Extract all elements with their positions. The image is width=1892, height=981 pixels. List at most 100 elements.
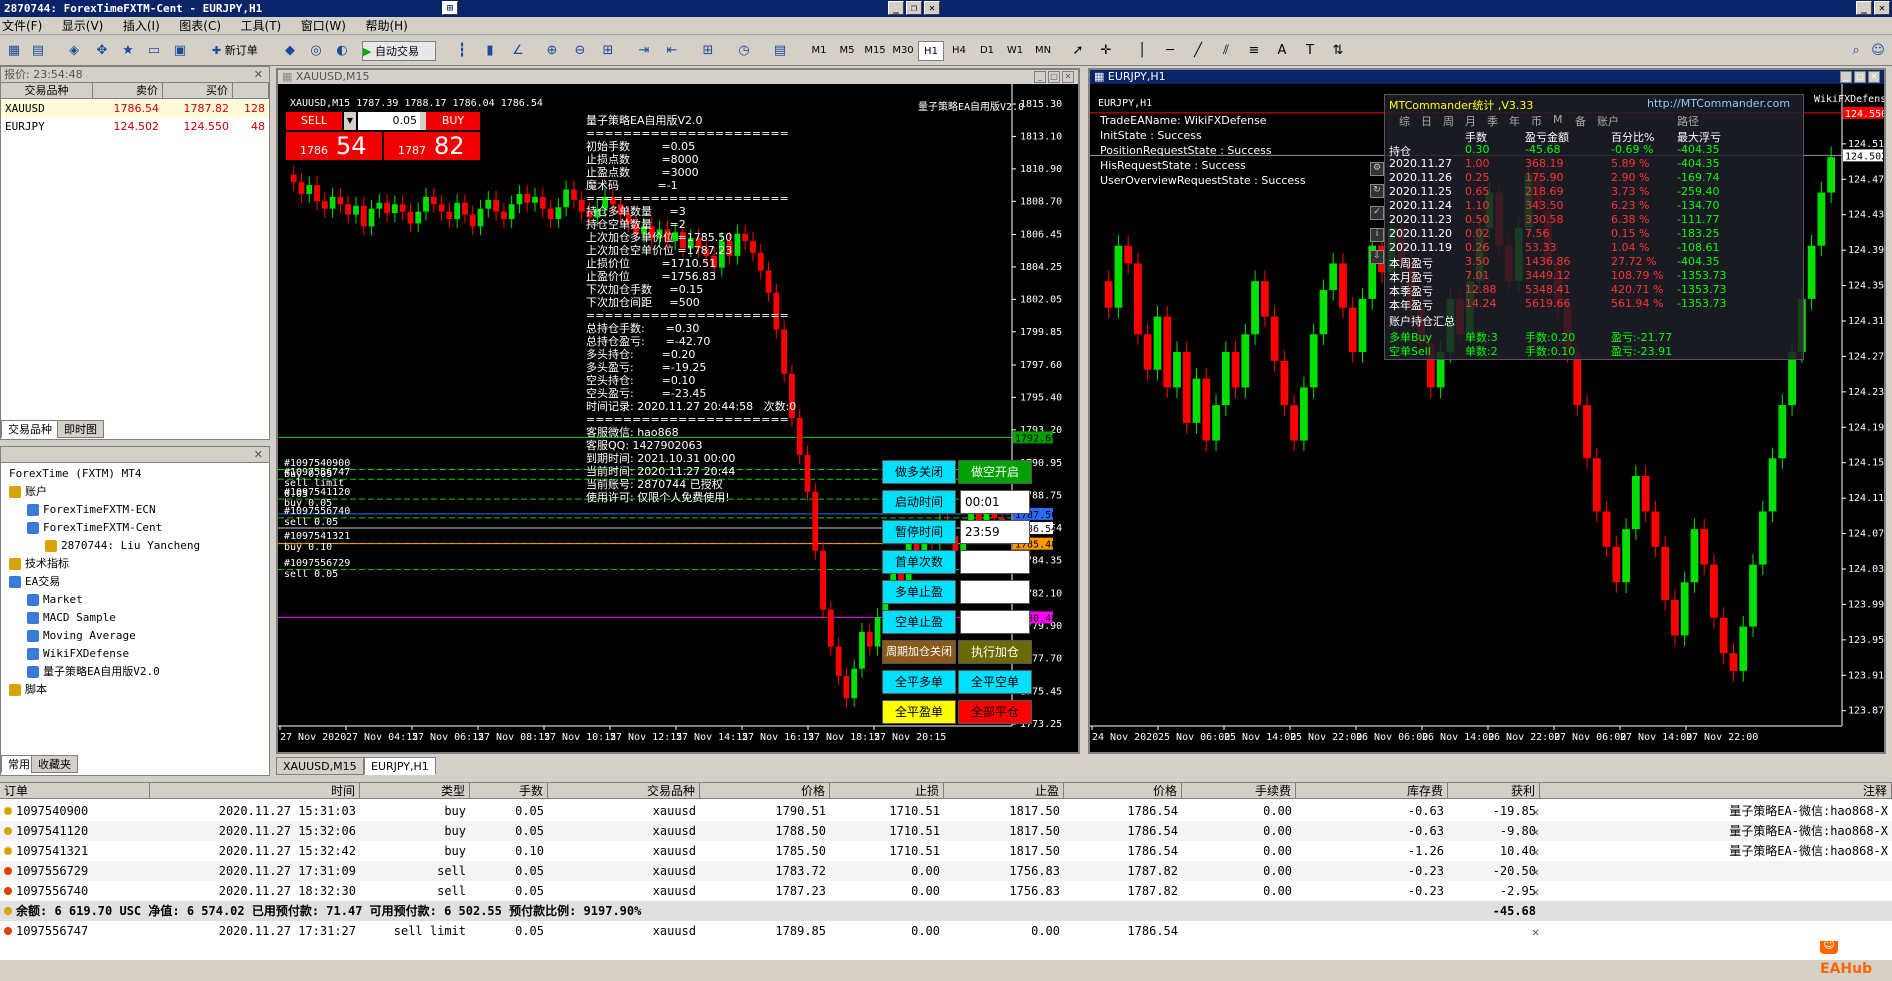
- tab-chart-xauusd[interactable]: XAUUSD,M15: [276, 757, 364, 775]
- tf-h1[interactable]: H1: [918, 41, 944, 61]
- fibonacci-icon[interactable]: ≡: [1244, 41, 1264, 61]
- close-all-short-button[interactable]: 全平空单: [958, 670, 1032, 694]
- terminal-col-header[interactable]: 时间: [150, 783, 360, 799]
- table-row[interactable]: 1097541120 2020.11.27 15:32:06 buy 0.05 xauu…: [0, 821, 1892, 841]
- col-symbol[interactable]: 交易品种: [1, 83, 93, 99]
- close-all-button[interactable]: 全部平仓: [958, 700, 1032, 724]
- check-icon[interactable]: ✓: [1370, 206, 1384, 220]
- mtc-tab[interactable]: 年: [1509, 113, 1520, 129]
- terminal-col-header[interactable]: 止盈: [944, 783, 1064, 799]
- tab-favorites[interactable]: 收藏夹: [31, 755, 78, 773]
- sell-button[interactable]: SELL: [286, 112, 342, 130]
- navigator-item[interactable]: 量子策略EA自用版V2.0: [27, 663, 160, 681]
- mtc-tab[interactable]: 季: [1487, 113, 1498, 129]
- terminal-col-header[interactable]: 类型: [360, 783, 470, 799]
- terminal-col-header[interactable]: 交易品种: [548, 783, 700, 799]
- vertical-line-icon[interactable]: │: [1132, 41, 1152, 61]
- navigator-item[interactable]: 技术指标: [9, 555, 69, 573]
- terminal-col-header[interactable]: 获利: [1448, 783, 1540, 799]
- tab-chart-eurjpy[interactable]: EURJPY,H1: [364, 757, 436, 775]
- menu-file[interactable]: 文件(F): [0, 17, 50, 35]
- close-icon[interactable]: ✕: [254, 447, 263, 463]
- chart-shift-icon[interactable]: ⇤: [662, 41, 682, 61]
- menu-help[interactable]: 帮助(H): [357, 17, 415, 35]
- market-watch-icon[interactable]: ◈: [64, 41, 84, 61]
- cursor-icon[interactable]: ➚: [1068, 41, 1088, 61]
- table-row[interactable]: 1097556747 2020.11.27 17:31:27 sell limit 0…: [0, 921, 1892, 941]
- buy-button[interactable]: BUY: [426, 112, 480, 130]
- candlestick-icon[interactable]: ▮: [480, 41, 500, 61]
- close-icon[interactable]: ✕: [254, 67, 263, 83]
- navigator-item[interactable]: ForexTimeFXTM-ECN: [27, 501, 156, 519]
- first-count-input[interactable]: [960, 550, 1030, 574]
- export-icon[interactable]: ⇩: [1370, 250, 1384, 264]
- close-order-icon[interactable]: ✕: [1532, 842, 1539, 862]
- close-order-icon[interactable]: ✕: [1532, 922, 1539, 942]
- mtc-tab[interactable]: 综: [1399, 113, 1410, 129]
- data-window-icon[interactable]: ✥: [92, 41, 112, 61]
- mtc-tab[interactable]: 日: [1421, 113, 1432, 129]
- terminal-col-header[interactable]: 价格: [700, 783, 830, 799]
- close-chart-button[interactable]: ✕: [1868, 71, 1880, 83]
- community-icon[interactable]: ☺: [1868, 41, 1888, 61]
- terminal-col-header[interactable]: 注释: [1540, 783, 1892, 799]
- navigator-item[interactable]: MACD Sample: [27, 609, 116, 627]
- terminal-col-header[interactable]: 止损: [830, 783, 944, 799]
- close-all-long-button[interactable]: 全平多单: [882, 670, 956, 694]
- arrows-icon[interactable]: ⇅: [1328, 41, 1348, 61]
- sell-price-box[interactable]: 1786 54: [286, 132, 382, 160]
- exec-add-button[interactable]: 执行加仓: [958, 640, 1032, 664]
- long-tp-input[interactable]: [960, 580, 1030, 604]
- col-ask[interactable]: 买价: [163, 83, 233, 99]
- restore-child-button[interactable]: ❐: [906, 1, 922, 15]
- close-button[interactable]: ✕: [1874, 1, 1890, 15]
- close-order-icon[interactable]: ✕: [1532, 802, 1539, 822]
- navigator-item[interactable]: WikiFXDefense: [27, 645, 129, 663]
- tf-m1[interactable]: M1: [806, 41, 832, 61]
- navigator-item[interactable]: EA交易: [9, 573, 60, 591]
- menu-insert[interactable]: 插入(I): [115, 17, 168, 35]
- tf-h4[interactable]: H4: [946, 41, 972, 61]
- tab-symbols[interactable]: 交易品种: [1, 420, 59, 438]
- close-order-icon[interactable]: ✕: [1532, 882, 1539, 902]
- col-spread[interactable]: [233, 83, 269, 99]
- tf-m15[interactable]: M15: [862, 41, 888, 61]
- tf-m30[interactable]: M30: [890, 41, 916, 61]
- col-bid[interactable]: 卖价: [93, 83, 163, 99]
- table-row[interactable]: 1097540900 2020.11.27 15:31:03 buy 0.05 xauu…: [0, 801, 1892, 821]
- menu-window[interactable]: 窗口(W): [293, 17, 354, 35]
- minimize-child-button[interactable]: _: [888, 1, 904, 15]
- minimize-button[interactable]: _: [1856, 1, 1872, 15]
- menu-charts[interactable]: 图表(C): [171, 17, 229, 35]
- open-short-button[interactable]: 做空开启: [958, 460, 1032, 484]
- indicators-list-icon[interactable]: ⊞: [698, 41, 718, 61]
- mtc-tab[interactable]: 币: [1531, 113, 1542, 129]
- signals-icon[interactable]: ◎: [306, 41, 326, 61]
- terminal-col-header[interactable]: 价格: [1064, 783, 1182, 799]
- auto-scroll-icon[interactable]: ⇥: [634, 41, 654, 61]
- close-order-icon[interactable]: ✕: [1532, 862, 1539, 882]
- close-long-button[interactable]: 做多关闭: [882, 460, 956, 484]
- tab-tick-chart[interactable]: 即时图: [57, 420, 104, 438]
- navigator-item[interactable]: ForexTimeFXTM-Cent: [27, 519, 162, 537]
- start-time-input[interactable]: 00:01: [960, 490, 1030, 514]
- label-icon[interactable]: T: [1300, 41, 1320, 61]
- refresh-icon[interactable]: ↻: [1370, 184, 1384, 198]
- auto-trading-button[interactable]: ▶ 自动交易: [362, 41, 436, 61]
- market-icon[interactable]: ◐: [332, 41, 352, 61]
- tf-mn[interactable]: MN: [1030, 41, 1056, 61]
- minimize-chart-button[interactable]: _: [1840, 71, 1852, 83]
- channel-icon[interactable]: ⫽: [1216, 41, 1236, 61]
- navigator-item[interactable]: Moving Average: [27, 627, 136, 645]
- terminal-icon[interactable]: ▭: [144, 41, 164, 61]
- terminal-col-header[interactable]: 手续费: [1182, 783, 1296, 799]
- periods-icon[interactable]: ◷: [734, 41, 754, 61]
- mtc-tab[interactable]: 路径: [1677, 113, 1699, 129]
- navigator-icon[interactable]: ★: [118, 41, 138, 61]
- mtc-tab[interactable]: 周: [1443, 113, 1454, 129]
- close-all-profit-button[interactable]: 全平盈单: [882, 700, 956, 724]
- metaeditor-icon[interactable]: ◆: [280, 41, 300, 61]
- menu-view[interactable]: 显示(V): [54, 17, 112, 35]
- zoom-in-icon[interactable]: ⊕: [542, 41, 562, 61]
- terminal-col-header[interactable]: 库存费: [1296, 783, 1448, 799]
